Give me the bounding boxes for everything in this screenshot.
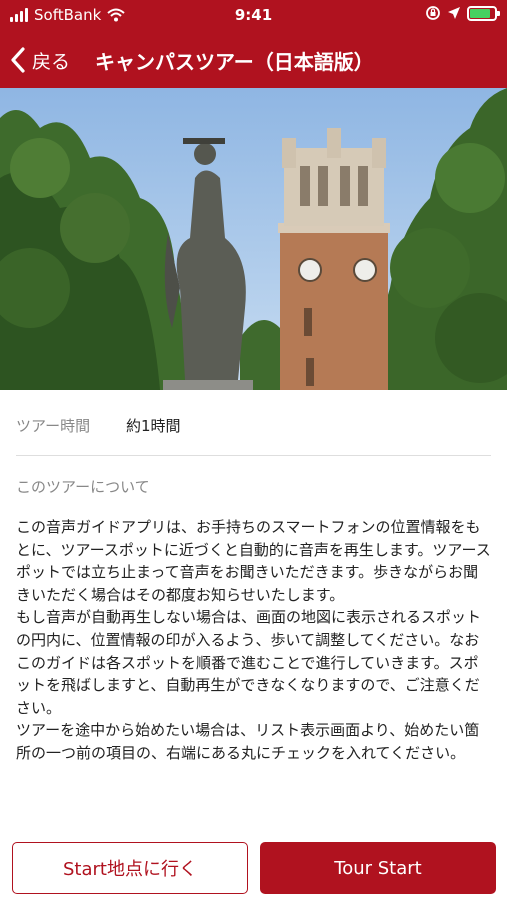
go-to-start-point-button[interactable]: Start地点に行く bbox=[12, 842, 248, 894]
carrier-label: SoftBank bbox=[34, 6, 102, 24]
tour-duration-label: ツアー時間 bbox=[16, 416, 91, 435]
location-arrow-icon bbox=[448, 7, 460, 19]
back-button[interactable]: 戻る bbox=[10, 42, 70, 78]
page-title: キャンパスツアー（日本語版） bbox=[95, 50, 374, 74]
battery-icon bbox=[467, 5, 500, 21]
tour-duration-value: 約1時間 bbox=[126, 416, 181, 435]
status-bar: SoftBank 9:41 bbox=[0, 0, 507, 32]
status-left: SoftBank bbox=[10, 6, 125, 24]
signal-icon bbox=[10, 8, 28, 22]
about-section-title: このツアーについて bbox=[16, 478, 150, 496]
status-right bbox=[425, 5, 500, 21]
campus-hero-image bbox=[0, 88, 507, 390]
back-label: 戻る bbox=[32, 50, 71, 73]
chevron-left-icon bbox=[11, 47, 25, 73]
navigation-bar: 戻る キャンパスツアー（日本語版） bbox=[0, 32, 507, 88]
tour-description: この音声ガイドアプリは、お手持ちのスマートフォンの位置情報をもとに、ツアースポッ… bbox=[16, 518, 491, 762]
divider bbox=[16, 455, 491, 456]
tour-start-button[interactable]: Tour Start bbox=[260, 842, 496, 894]
battery-fill bbox=[470, 8, 491, 18]
tour-duration-row: ツアー時間 約1時間 bbox=[16, 410, 491, 440]
wifi-icon bbox=[107, 8, 125, 22]
orientation-lock-icon bbox=[426, 6, 440, 20]
